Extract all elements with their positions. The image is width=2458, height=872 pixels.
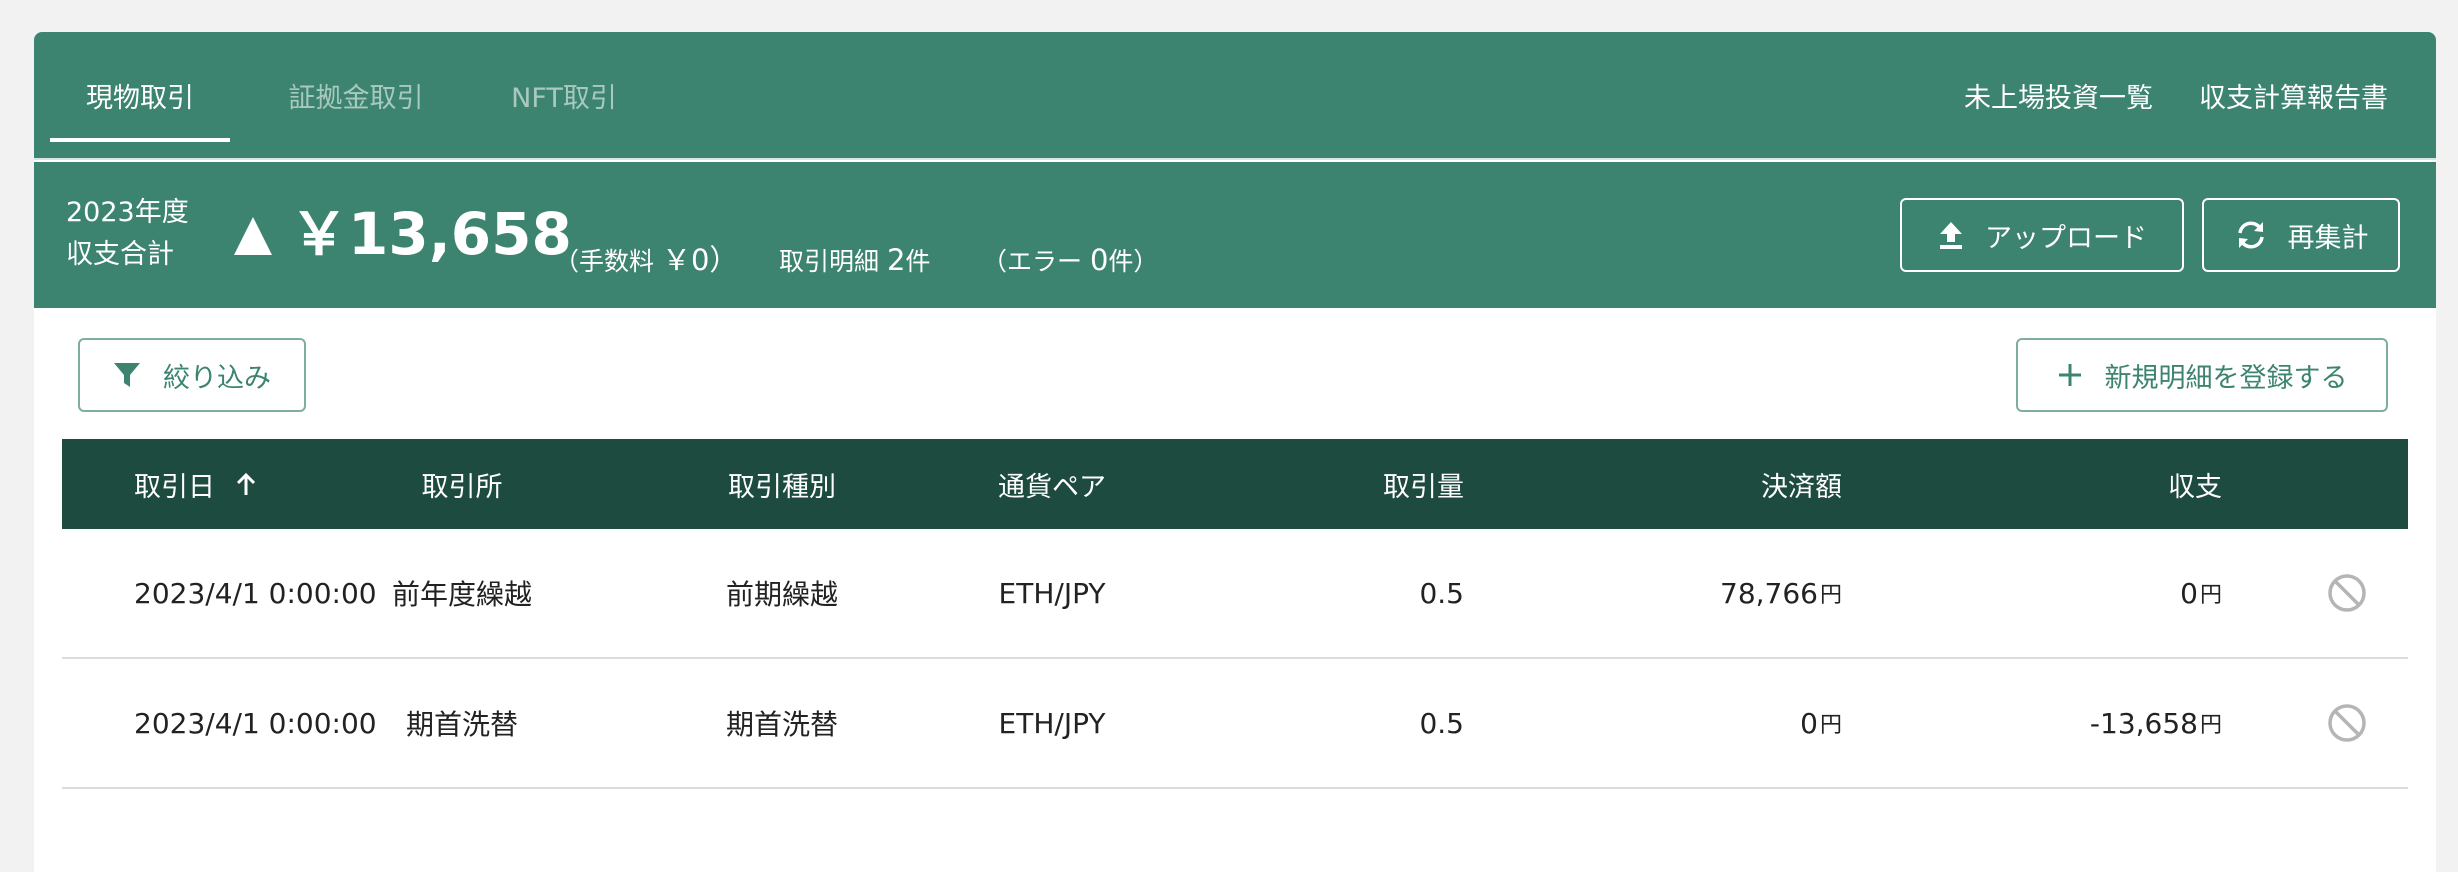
upload-icon [1940,222,1962,249]
filter-button[interactable]: 絞り込み [78,338,306,412]
column-header-amount: 取引量 [1383,471,1464,503]
transaction-count: 取引明細 2件 [779,243,931,277]
main-card: 現物取引 証拠金取引 NFT取引 未上場投資一覧 収支計算報告書 2023年度 … [34,32,2436,872]
cell-pair: ETH/JPY [998,706,1106,740]
tab-margin[interactable]: 証拠金取引 [256,32,456,158]
column-header-pair: 通貨ペア [998,471,1106,503]
tab-bar: 現物取引 証拠金取引 NFT取引 未上場投資一覧 収支計算報告書 [34,32,2436,160]
disable-button[interactable] [2317,659,2377,787]
cell-date: 2023/4/1 0:00:00 [134,706,377,740]
summary-bar: 2023年度 収支合計 ￥13,658 （手数料 ￥0） 取引明細 2件 （エラ… [34,162,2436,308]
cell-pnl: 0円 [2180,576,2222,610]
tab-spot[interactable]: 現物取引 [50,32,230,158]
fiscal-year-label: 2023年度 収支合計 [66,192,189,276]
cell-pnl: -13,658 円 [2089,706,2222,740]
disable-icon [2328,704,2366,742]
upload-button[interactable]: アップロード [1900,198,2184,272]
table-header: 取引日 取引所 取引種別 通貨ペア 取引量 決済額 収支 [62,439,2408,529]
link-unlisted-investments[interactable]: 未上場投資一覧 [1964,32,2153,158]
table-row[interactable]: 2023/4/1 0:00:00 前年度繰越 前期繰越 ETH/JPY 0.5 … [62,529,2408,659]
cell-amount: 0.5 [1419,706,1464,740]
sort-up-icon [236,472,256,495]
cell-exchange: 前年度繰越 [392,578,533,611]
refresh-icon [2237,221,2264,249]
cell-type: 期首洗替 [725,708,838,741]
column-header-type: 取引種別 [728,471,836,503]
filter-icon [114,363,140,387]
disable-button[interactable] [2317,529,2377,657]
disable-icon [2328,574,2366,612]
new-entry-button[interactable]: 新規明細を登録する [2016,338,2388,412]
cell-amount: 0.5 [1419,576,1464,610]
recalculate-button[interactable]: 再集計 [2202,198,2400,272]
column-header-pnl: 収支 [2168,471,2222,503]
error-count: （エラー 0件） [982,243,1159,277]
plus-icon [2058,364,2081,386]
fee-info: （手数料 ￥0） [554,243,739,277]
table-row[interactable]: 2023/4/1 0:00:00 期首洗替 期首洗替 ETH/JPY 0.5 0… [62,659,2408,789]
total-value: ￥13,658 [290,200,572,268]
transactions-table: 取引日 取引所 取引種別 通貨ペア 取引量 決済額 収支 2023/4/1 0:… [62,439,2408,789]
fiscal-year: 2023年度 [66,197,189,228]
tab-nft[interactable]: NFT取引 [464,32,664,158]
up-triangle-icon [234,217,272,255]
column-header-exchange: 取引所 [421,471,503,503]
cell-date: 2023/4/1 0:00:00 [134,576,377,610]
total-label: 収支合計 [66,239,174,270]
cell-settlement: 78,766 円 [1720,576,1842,610]
column-header-date[interactable]: 取引日 [134,439,257,529]
cell-exchange: 期首洗替 [405,708,518,741]
column-header-settlement: 決済額 [1761,471,1842,503]
link-pnl-report[interactable]: 収支計算報告書 [2199,32,2388,158]
cell-type: 前期繰越 [725,578,838,611]
cell-pair: ETH/JPY [998,576,1106,610]
cell-settlement: 0円 [1800,706,1842,740]
total-amount: ￥13,658 [234,200,572,268]
